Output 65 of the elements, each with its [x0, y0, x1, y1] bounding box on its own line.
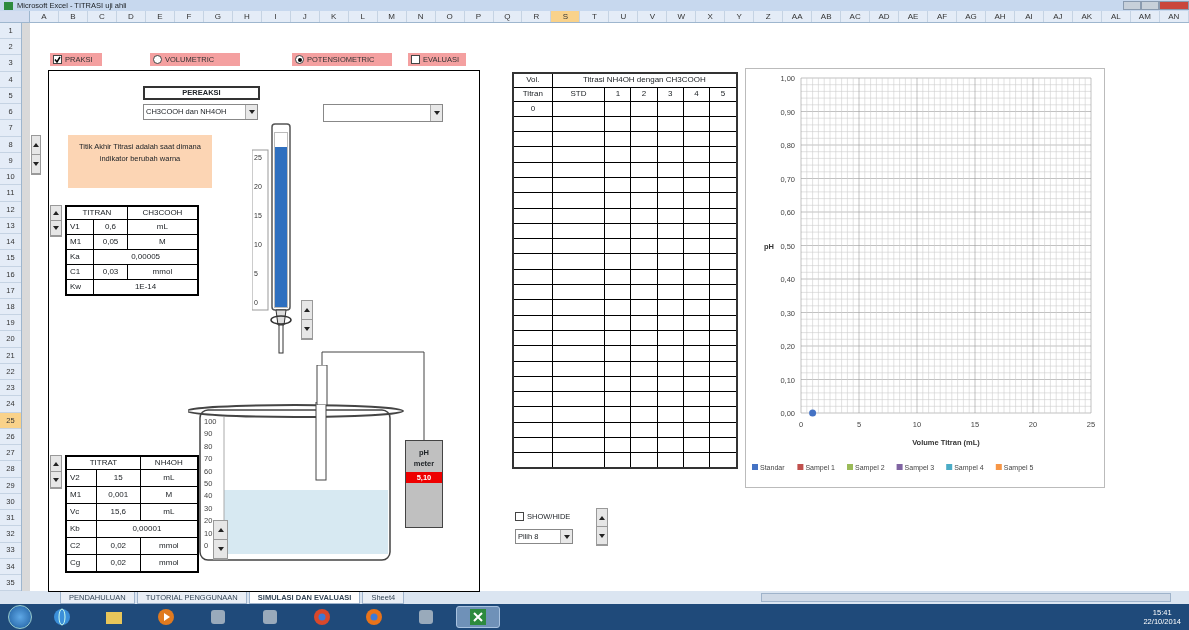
table-cell: Kb: [66, 520, 97, 538]
column-header[interactable]: AH: [985, 11, 1015, 22]
table-header: 2: [631, 87, 658, 101]
table-cell: M1: [66, 486, 97, 504]
column-header[interactable]: Z: [754, 11, 784, 22]
table-header: Titran: [513, 87, 553, 101]
table-cell: C2: [66, 537, 97, 555]
table-cell: 0,001: [96, 486, 141, 504]
table-cell: 0,6: [93, 219, 128, 235]
column-header[interactable]: AA: [783, 11, 813, 22]
column-header[interactable]: V: [638, 11, 668, 22]
column-header[interactable]: S: [551, 11, 581, 22]
column-header[interactable]: O: [435, 11, 465, 22]
table-cell: Ka: [66, 249, 94, 265]
table-cell: 15,6: [96, 503, 141, 521]
table-header: Vol.: [513, 73, 553, 87]
table-header: STD: [552, 87, 605, 101]
column-header[interactable]: F: [174, 11, 204, 22]
column-header[interactable]: C: [87, 11, 117, 22]
column-header[interactable]: AF: [928, 11, 957, 22]
column-header[interactable]: D: [116, 11, 146, 22]
column-header[interactable]: Q: [493, 11, 523, 22]
column-header[interactable]: AD: [870, 11, 900, 22]
table-header: 3: [657, 87, 684, 101]
column-header[interactable]: I: [261, 11, 291, 22]
column-header[interactable]: AC: [841, 11, 871, 22]
column-header[interactable]: AM: [1130, 11, 1160, 22]
column-header[interactable]: AI: [1014, 11, 1044, 22]
table-cell: 0,05: [93, 234, 128, 250]
column-header[interactable]: M: [377, 11, 407, 22]
column-header[interactable]: Y: [725, 11, 755, 22]
column-header[interactable]: AE: [899, 11, 929, 22]
column-header[interactable]: AJ: [1043, 11, 1073, 22]
column-header[interactable]: AB: [812, 11, 842, 22]
column-header[interactable]: X: [696, 11, 726, 22]
table-cell: C1: [66, 264, 94, 280]
table-header: TITRAT: [66, 456, 141, 470]
table-header: 4: [683, 87, 710, 101]
column-header[interactable]: B: [58, 11, 88, 22]
column-header[interactable]: U: [609, 11, 639, 22]
table-cell: 0,02: [96, 537, 141, 555]
column-header[interactable]: J: [290, 11, 320, 22]
table-cell: M1: [66, 234, 94, 250]
column-header[interactable]: G: [203, 11, 233, 22]
column-header[interactable]: P: [464, 11, 494, 22]
column-header[interactable]: T: [580, 11, 610, 22]
column-header[interactable]: L: [348, 11, 378, 22]
table-cell: V1: [66, 219, 94, 235]
column-header[interactable]: N: [406, 11, 436, 22]
table-cell: 0,03: [93, 264, 128, 280]
column-header[interactable]: W: [667, 11, 697, 22]
column-header[interactable]: E: [145, 11, 175, 22]
table-cell: 15: [96, 469, 141, 487]
column-header[interactable]: AN: [1159, 11, 1189, 22]
column-header[interactable]: AK: [1072, 11, 1102, 22]
table-header: TITRAN: [66, 206, 128, 220]
table-cell: 0: [513, 101, 553, 117]
column-header[interactable]: H: [232, 11, 262, 22]
column-header[interactable]: A: [30, 11, 59, 22]
column-header[interactable]: K: [319, 11, 349, 22]
column-header[interactable]: AG: [957, 11, 986, 22]
table-cell: V2: [66, 469, 97, 487]
table-cell: Vc: [66, 503, 97, 521]
column-header[interactable]: AL: [1101, 11, 1131, 22]
table-header: 1: [604, 87, 631, 101]
